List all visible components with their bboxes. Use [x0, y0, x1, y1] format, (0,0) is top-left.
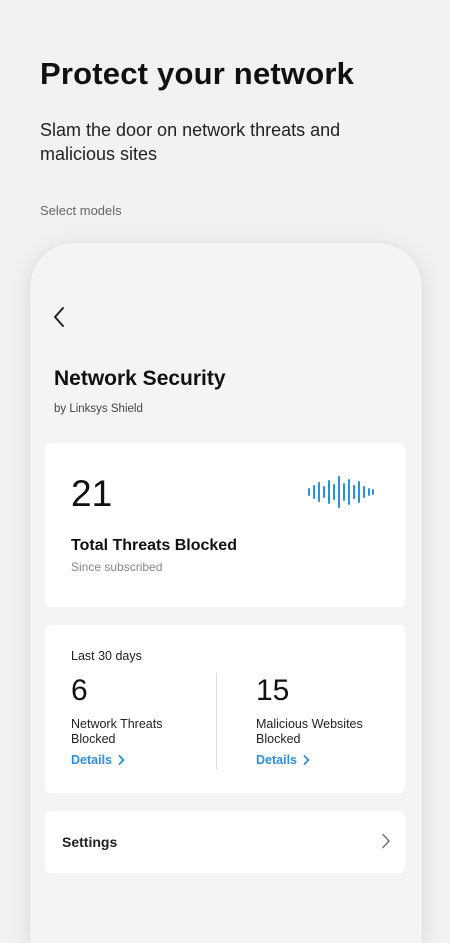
malicious-websites-details-link[interactable]: Details	[256, 753, 310, 767]
sound-wave-icon	[308, 476, 374, 508]
total-threats-since: Since subscribed	[71, 560, 163, 574]
malicious-websites-label: Malicious Websites Blocked	[256, 717, 363, 746]
screen-title: Network Security	[54, 367, 226, 390]
chevron-right-icon	[382, 833, 390, 849]
phone-screen: Network Security by Linksys Shield 21 To…	[30, 243, 422, 943]
network-threats-label: Network Threats Blocked	[71, 717, 163, 746]
details-label: Details	[256, 753, 297, 767]
hero-title: Protect your network	[40, 56, 355, 91]
network-threats-details-link[interactable]: Details	[71, 753, 125, 767]
chevron-left-icon	[54, 307, 64, 327]
period-label: Last 30 days	[71, 649, 142, 663]
last-30-days-card: Last 30 days 6 Network Threats Blocked D…	[45, 625, 405, 793]
chevron-right-icon	[303, 755, 310, 765]
malicious-websites-stat: 15 Malicious Websites Blocked Details	[256, 673, 406, 769]
column-divider	[216, 673, 217, 769]
settings-row[interactable]: Settings	[45, 811, 405, 873]
back-button[interactable]	[50, 305, 70, 329]
network-threats-stat: 6 Network Threats Blocked Details	[71, 673, 221, 769]
hero-subtitle: Slam the door on network threats and mal…	[40, 120, 341, 164]
network-threats-count: 6	[71, 674, 88, 707]
total-threats-label: Total Threats Blocked	[71, 537, 237, 554]
details-label: Details	[71, 753, 112, 767]
hero-note: Select models	[40, 203, 122, 218]
malicious-websites-count: 15	[256, 674, 290, 707]
screen-subtitle: by Linksys Shield	[54, 403, 143, 415]
total-threats-card: 21 Total Threats Blocked Since subscribe…	[45, 443, 405, 607]
chevron-right-icon	[118, 755, 125, 765]
total-threats-count: 21	[71, 473, 113, 514]
settings-label: Settings	[62, 834, 118, 850]
